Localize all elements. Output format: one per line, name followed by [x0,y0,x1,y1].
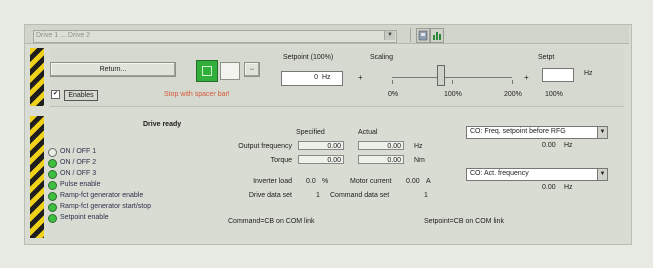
chevron-down-icon[interactable]: ▼ [597,127,607,138]
setpoint-title: Setpoint (100%) [283,54,334,61]
status-label: ON / OFF 2 [60,159,97,166]
scaling-tick-label: 200% [504,91,522,98]
inverter-load-unit: % [322,178,329,185]
display-1-value: 0.00 [542,142,556,149]
torque-unit: Nm [414,157,425,164]
motor-current-label: Motor current [350,178,392,185]
output-frequency-actual: 0.00 [358,141,404,150]
scaling-tick-label: 100% [444,91,462,98]
off-button[interactable] [220,62,240,80]
setpt-unit: Hz [584,70,593,77]
motor-current-unit: A [426,178,431,185]
status-led-icon [48,203,57,212]
reverse-direction-button[interactable]: ↔ [244,62,260,77]
return-button[interactable]: Return... [50,62,176,77]
display-select-2[interactable]: CO: Act. frequency ▼ [466,168,608,181]
status-led-icon [48,148,57,157]
chart-icon[interactable] [430,28,444,43]
scaling-slider-track [392,77,512,78]
display-select-1-text: CO: Freq. setpoint before RFG [470,128,566,135]
setpt-percent: 100% [545,91,563,98]
inverter-load-value: 0.0 [306,178,316,185]
output-frequency-label: Output frequency [238,143,292,150]
scaling-slider-thumb[interactable] [437,65,445,86]
status-led-icon [48,170,57,179]
status-label: Ramp-fct generator start/stop [60,203,152,210]
torque-specified: 0.00 [298,155,344,164]
on-button[interactable] [196,60,218,82]
output-frequency-specified: 0.00 [298,141,344,150]
status-led-icon [48,159,57,168]
drive-data-set-label: Drive data set [248,192,292,199]
drive-ready-title: Drive ready [143,121,182,128]
inverter-load-label: Inverter load [253,178,292,185]
drive-data-set-value: 1 [316,192,320,199]
command-data-set-value: 1 [424,192,428,199]
display-2-unit: Hz [564,184,573,191]
setpt-output-field [542,68,574,82]
scaling-tick [392,80,393,84]
status-led-icon [48,181,57,190]
scaling-tick [512,80,513,84]
enables-checkbox[interactable]: ✔ [51,90,60,99]
enables-label[interactable]: Enables [64,90,98,101]
toolbar-separator [410,28,411,42]
chevron-down-icon[interactable]: ▼ [597,169,607,180]
col-specified-header: Specified [296,129,325,136]
output-frequency-unit: Hz [414,143,423,150]
status-label: Pulse enable [60,181,101,188]
display-1-unit: Hz [564,142,573,149]
display-select-1[interactable]: CO: Freq. setpoint before RFG ▼ [466,126,608,139]
command-data-set-label: Command data set [330,192,390,199]
plus-operator: + [358,73,363,82]
setpoint-source-text: Setpoint=CB on COM link [424,218,504,225]
status-led-icon [48,214,57,223]
scaling-tick [452,80,453,84]
chart-icon-graphic [433,32,441,40]
display-2-value: 0.00 [542,184,556,191]
status-led-icon [48,192,57,201]
setpt-title: Setpt [538,54,555,61]
scaling-tick-label: 0% [388,91,399,98]
display-select-2-text: CO: Act. frequency [470,170,529,177]
scaling-title: Scaling [370,54,393,61]
command-source-text: Command=CB on COM link [228,218,315,225]
status-label: ON / OFF 1 [60,148,97,155]
col-actual-header: Actual [358,129,378,136]
hazard-stripe-upper [30,48,44,106]
settings-icon-graphic [418,30,428,41]
setpoint-value: 0 [314,74,318,81]
status-label: Ramp-fct generator enable [60,192,144,199]
chevron-down-icon[interactable]: ▼ [384,31,395,40]
motor-current-value: 0.00 [406,178,420,185]
drive-select-text: Drive 1 ... Drive 2 [36,32,91,39]
status-label: ON / OFF 3 [60,170,97,177]
setpoint-unit: Hz [322,74,331,81]
settings-icon[interactable] [416,28,430,43]
stop-hint: Stop with spacer bar! [164,91,230,98]
hazard-stripe-lower [30,116,44,238]
torque-actual: 0.00 [358,155,404,164]
square-icon [202,66,212,76]
plus-operator: + [524,73,529,82]
status-label: Setpoint enable [60,214,109,221]
torque-label: Torque [270,157,292,164]
